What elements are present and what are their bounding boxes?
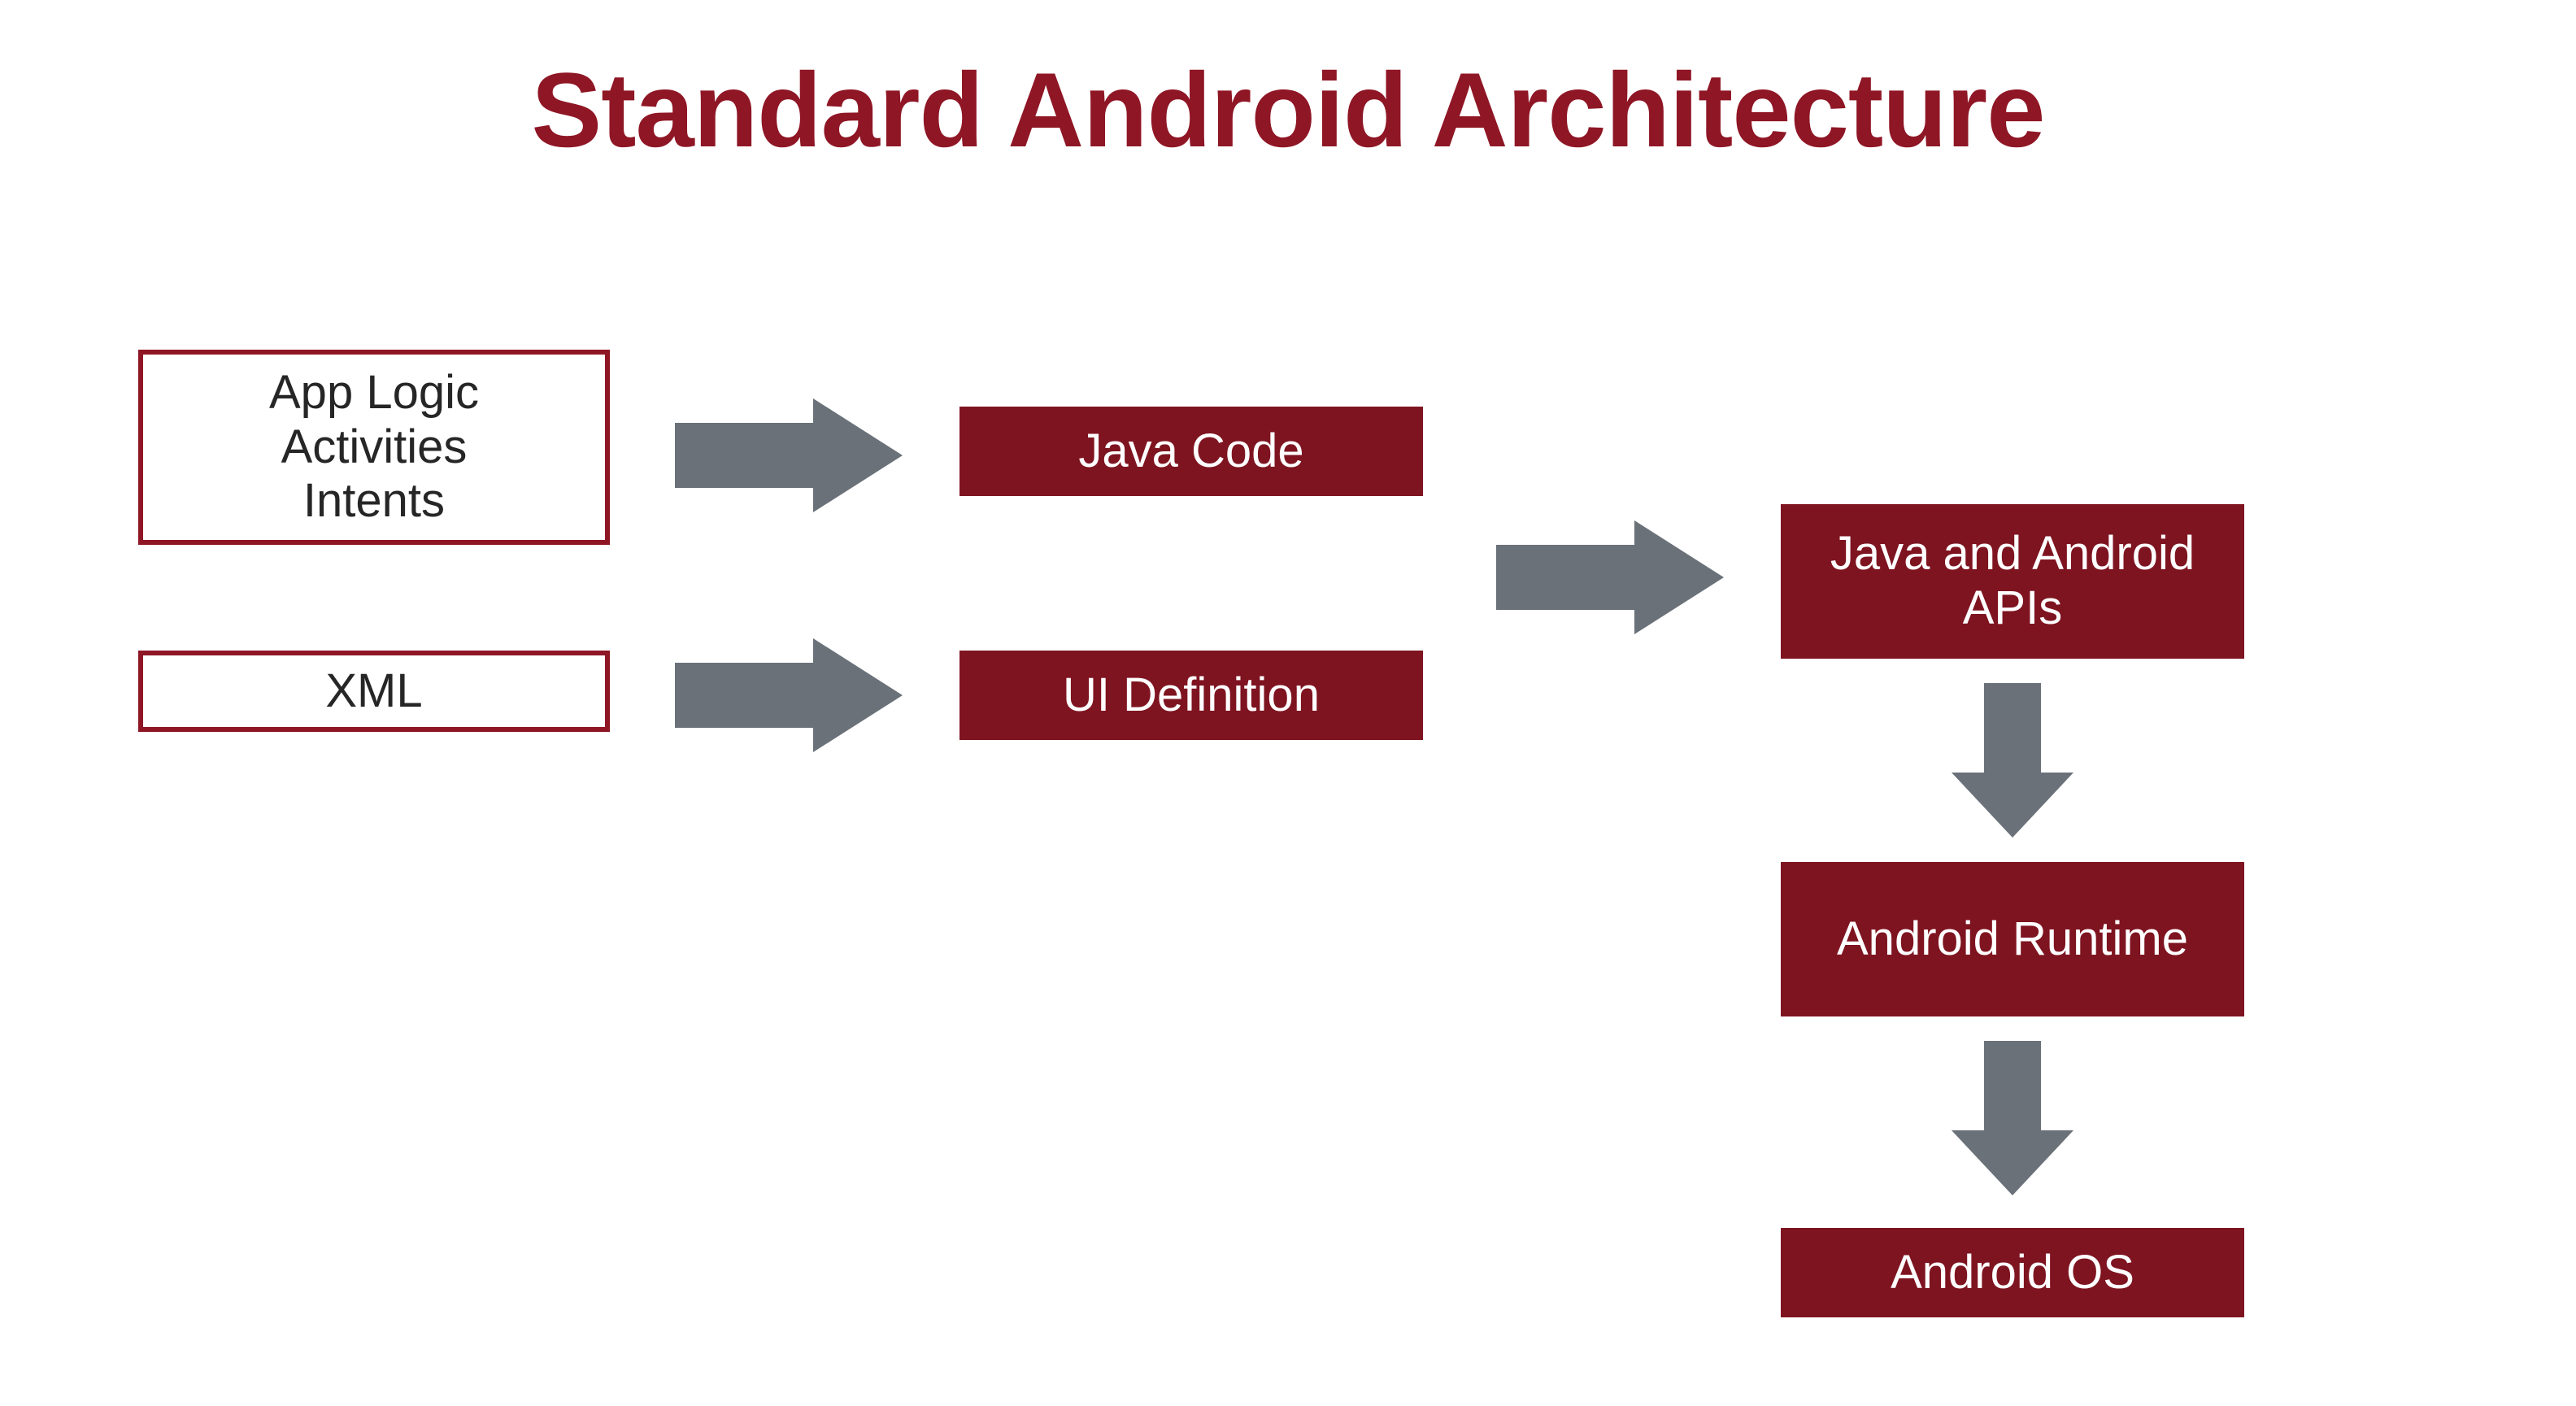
arrow-right-icon bbox=[675, 638, 903, 752]
box-java-android-apis: Java and Android APIs bbox=[1781, 504, 2244, 659]
arrow-down-icon bbox=[1952, 683, 2073, 838]
box-ui-definition: UI Definition bbox=[959, 651, 1423, 740]
box-java-code: Java Code bbox=[959, 407, 1423, 496]
box-android-os: Android OS bbox=[1781, 1228, 2244, 1317]
box-xml: XML bbox=[138, 651, 610, 732]
box-android-runtime: Android Runtime bbox=[1781, 862, 2244, 1016]
arrow-right-icon bbox=[675, 398, 903, 512]
box-app-logic: App Logic Activities Intents bbox=[138, 350, 610, 545]
arrow-down-icon bbox=[1952, 1041, 2073, 1195]
arrow-right-icon bbox=[1496, 520, 1724, 634]
diagram-title: Standard Android Architecture bbox=[0, 49, 2576, 171]
diagram-stage: Standard Android Architecture App Logic … bbox=[0, 0, 2576, 1406]
